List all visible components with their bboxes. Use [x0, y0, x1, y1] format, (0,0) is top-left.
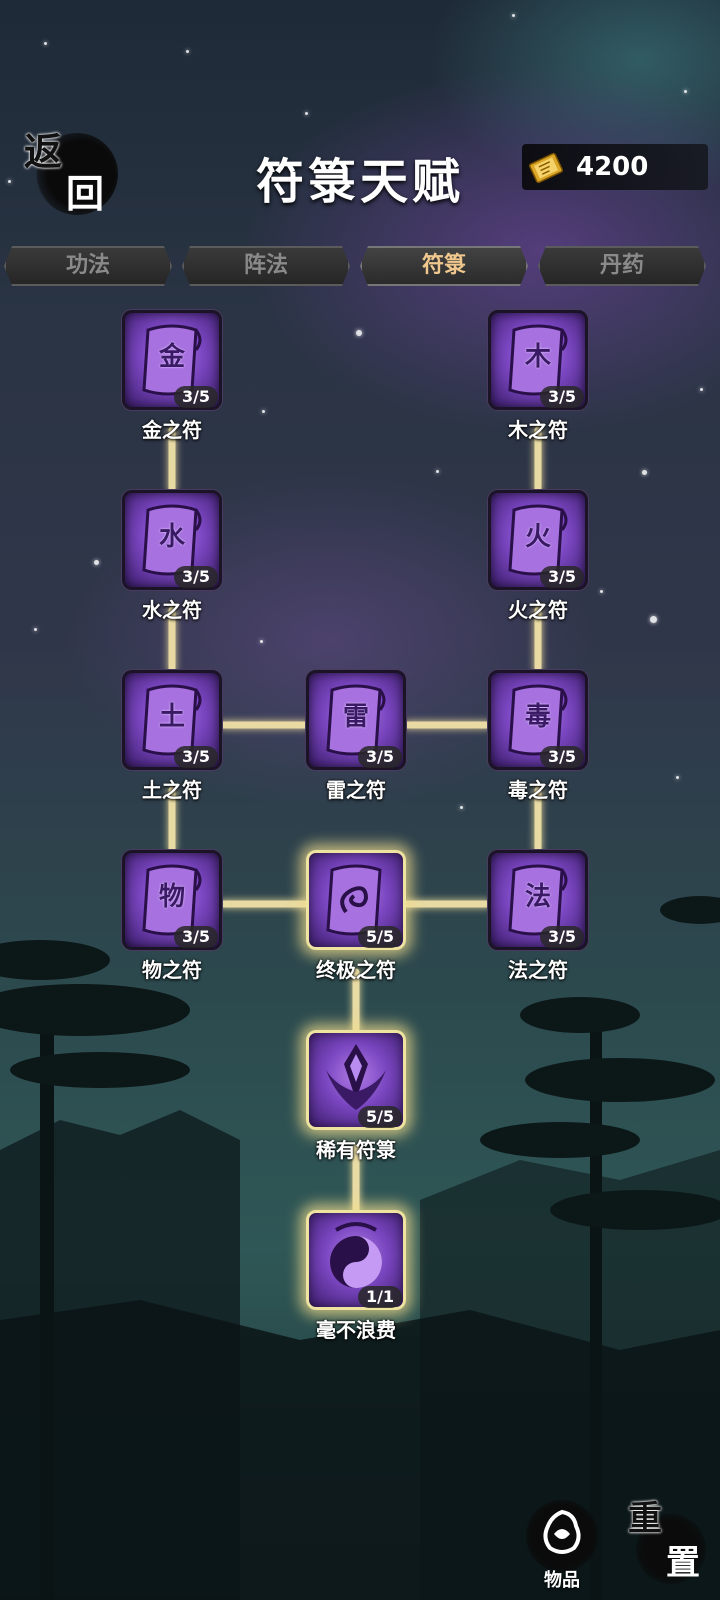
talent-label: 雷之符: [326, 778, 386, 802]
talent-node-lei[interactable]: 雷 3/5 雷之符: [306, 670, 406, 802]
talent-level-badge: 3/5: [540, 386, 584, 408]
talent-label: 法之符: [508, 958, 568, 982]
talent-label: 火之符: [508, 598, 568, 622]
talent-node-jin[interactable]: 金 3/5 金之符: [122, 310, 222, 442]
talent-level-badge: 3/5: [358, 746, 402, 768]
talent-node-du[interactable]: 毒 3/5 毒之符: [488, 670, 588, 802]
reset-button[interactable]: 重 置: [622, 1500, 714, 1596]
talent-level-badge: 3/5: [540, 926, 584, 948]
talent-label: 土之符: [142, 778, 202, 802]
talent-node-zhongji[interactable]: 5/5 终极之符: [306, 850, 406, 982]
talent-level-badge: 3/5: [540, 566, 584, 588]
items-button[interactable]: 物品: [520, 1498, 604, 1594]
talent-node-wu[interactable]: 物 3/5 物之符: [122, 850, 222, 982]
talent-label: 物之符: [142, 958, 202, 982]
talent-level-badge: 3/5: [174, 566, 218, 588]
talent-glyph: 毒: [524, 702, 551, 732]
talent-label: 毒之符: [508, 778, 568, 802]
talent-glyph: 土: [158, 702, 185, 732]
talent-glyph: 木: [524, 342, 551, 372]
talent-level-badge: 5/5: [358, 1106, 402, 1128]
items-label: 物品: [544, 1570, 580, 1591]
talent-glyph: 水: [158, 522, 185, 552]
talent-node-shui[interactable]: 水 3/5 水之符: [122, 490, 222, 622]
talent-level-badge: 3/5: [174, 746, 218, 768]
talent-label: 终极之符: [316, 958, 396, 982]
talent-level-badge: 1/1: [358, 1286, 402, 1308]
talent-label: 金之符: [142, 418, 202, 442]
items-bag-icon: [543, 1509, 581, 1554]
talent-glyph: 物: [158, 882, 185, 912]
talent-glyph: 雷: [342, 702, 369, 732]
talent-glyph: 金: [158, 342, 185, 372]
talent-node-mu[interactable]: 木 3/5 木之符: [488, 310, 588, 442]
talent-node-xiyou[interactable]: 5/5 稀有符箓: [306, 1030, 406, 1162]
talent-label: 水之符: [142, 598, 202, 622]
talent-glyph: 法: [524, 882, 551, 912]
talent-level-badge: 3/5: [174, 386, 218, 408]
talent-node-huo[interactable]: 火 3/5 火之符: [488, 490, 588, 622]
talent-label: 毫不浪费: [316, 1318, 396, 1342]
talent-level-badge: 5/5: [358, 926, 402, 948]
talent-label: 稀有符箓: [316, 1138, 396, 1162]
talent-level-badge: 3/5: [174, 926, 218, 948]
talent-node-tu[interactable]: 土 3/5 土之符: [122, 670, 222, 802]
reset-label-char-2: 置: [666, 1543, 700, 1583]
talent-node-haobu[interactable]: 1/1 毫不浪费: [306, 1210, 406, 1342]
talent-level-badge: 3/5: [540, 746, 584, 768]
talent-glyph: 火: [524, 522, 551, 552]
talent-label: 木之符: [508, 418, 568, 442]
talent-node-fa[interactable]: 法 3/5 法之符: [488, 850, 588, 982]
reset-label-char-1: 重: [628, 1499, 662, 1539]
